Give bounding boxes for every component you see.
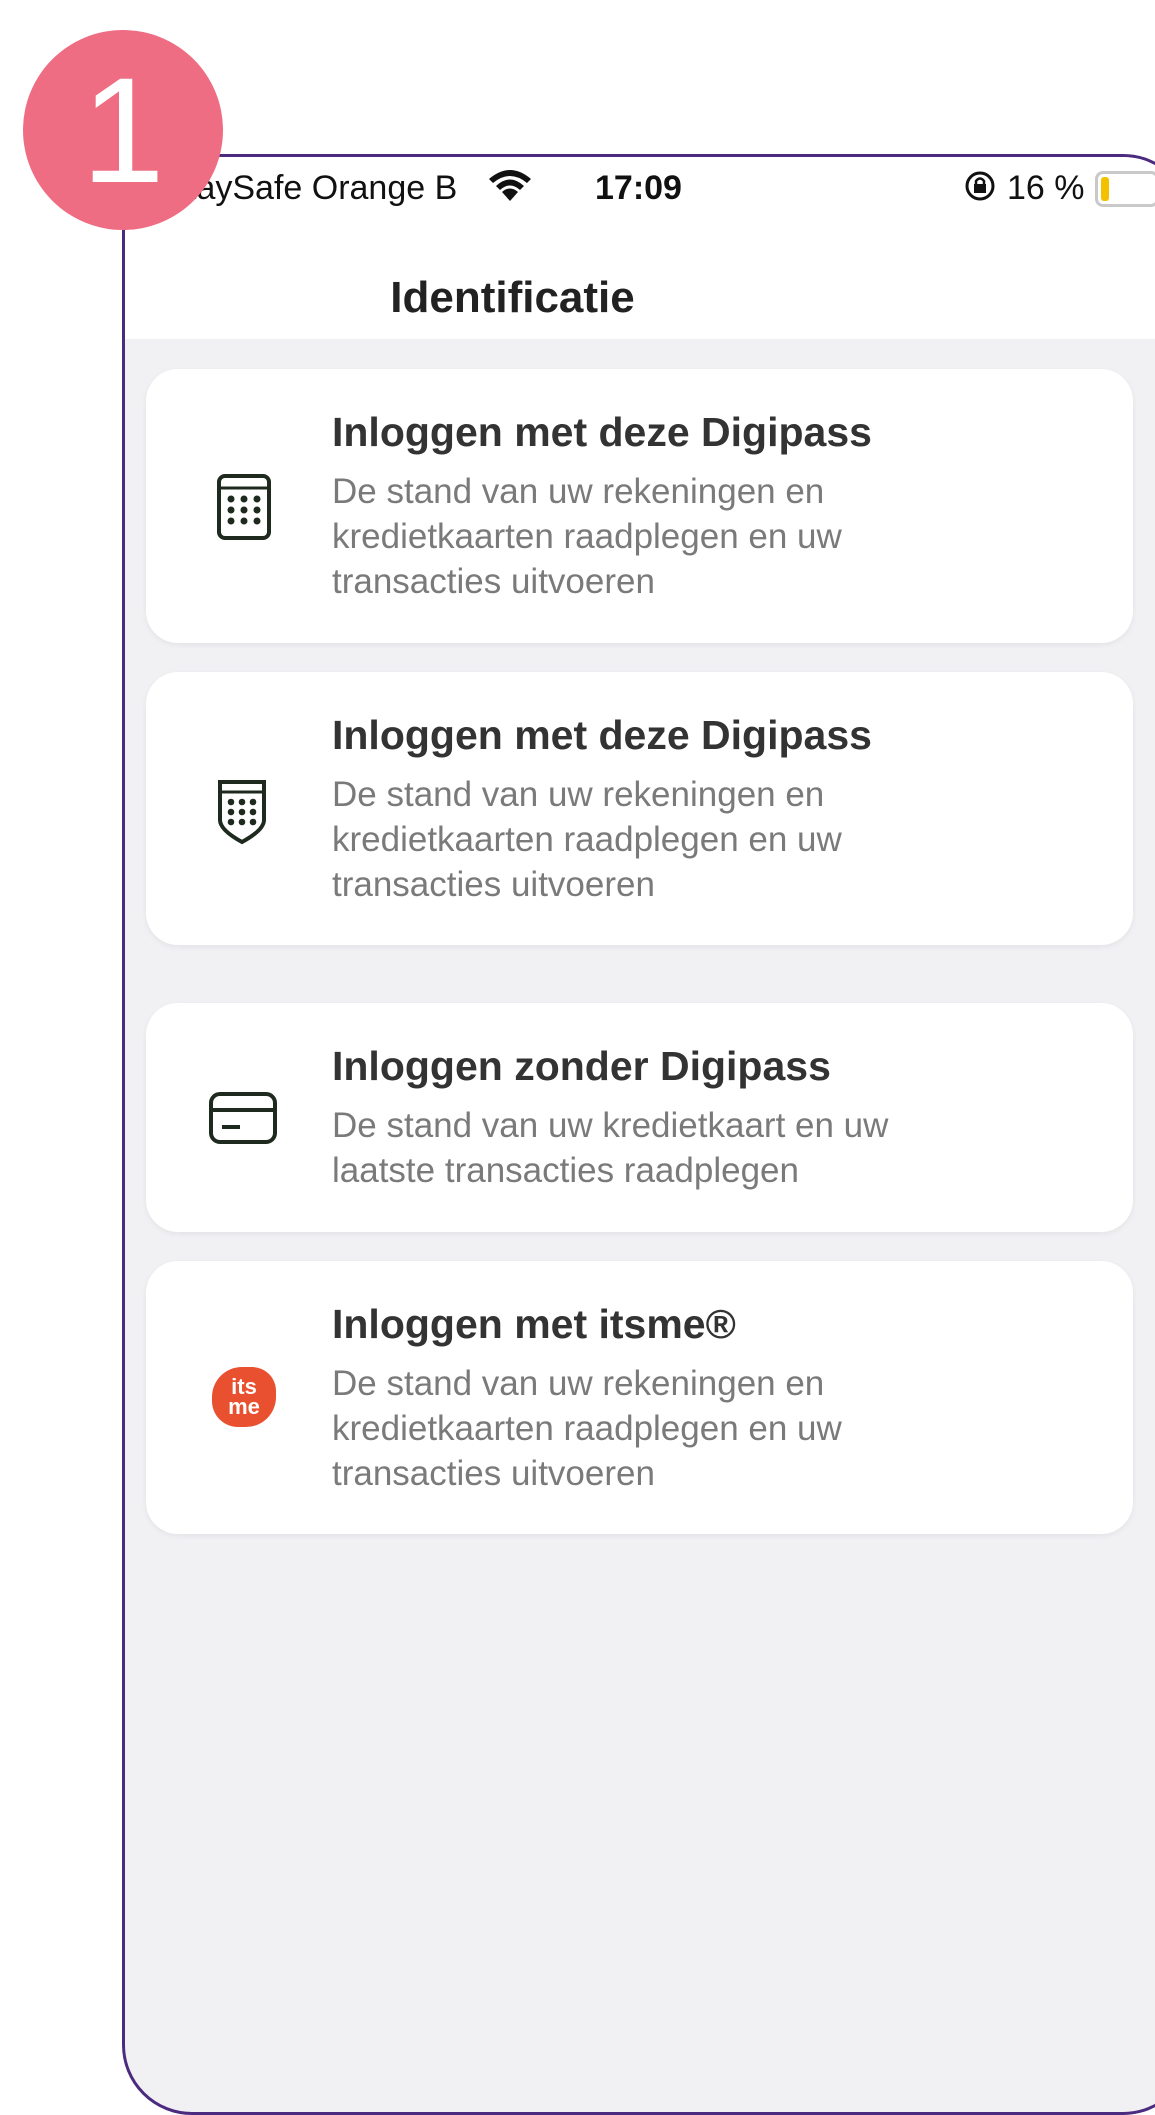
digipass-shield-icon xyxy=(216,778,268,851)
wifi-icon xyxy=(487,167,533,212)
digipass-calculator-icon xyxy=(216,473,272,546)
battery-percent: 16 % xyxy=(1007,169,1085,207)
battery-level xyxy=(1101,177,1109,201)
option-title: Inloggen met deze Digipass xyxy=(332,712,872,758)
status-time: 17:09 xyxy=(595,169,682,207)
page-title: Identificatie xyxy=(390,273,635,322)
option-title: Inloggen met itsme® xyxy=(332,1301,736,1347)
option-description: De stand van uw kredietkaart en uw laats… xyxy=(332,1106,889,1190)
login-option-digipass-calculator[interactable]: Inloggen met deze Digipass De stand van … xyxy=(146,369,1133,643)
login-option-itsme[interactable]: its me Inloggen met itsme® De stand van … xyxy=(146,1261,1133,1534)
option-description: De stand van uw rekeningen en kredietkaa… xyxy=(332,472,842,601)
itsme-icon: its me xyxy=(212,1367,276,1427)
option-title: Inloggen zonder Digipass xyxy=(332,1043,831,1089)
login-option-credit-card[interactable]: Inloggen zonder Digipass De stand van uw… xyxy=(146,1003,1133,1232)
itsme-icon-text-bottom: me xyxy=(228,1394,260,1419)
option-description: De stand van uw rekeningen en kredietkaa… xyxy=(332,775,842,904)
phone-screen: taySafe Orange B 17:09 16 % Identificati… xyxy=(122,154,1155,2115)
status-bar: taySafe Orange B 17:09 16 % xyxy=(125,157,1155,257)
navigation-bar: Identificatie xyxy=(125,257,1155,339)
step-number-badge: 1 xyxy=(23,30,223,230)
orientation-lock-icon xyxy=(963,169,997,212)
carrier-name: taySafe Orange B xyxy=(187,169,458,207)
option-description: De stand van uw rekeningen en kredietkaa… xyxy=(332,1364,842,1493)
login-option-digipass-shield[interactable]: Inloggen met deze Digipass De stand van … xyxy=(146,672,1133,945)
credit-card-icon xyxy=(208,1091,278,1150)
option-title: Inloggen met deze Digipass xyxy=(332,409,872,455)
battery-icon xyxy=(1095,171,1155,207)
